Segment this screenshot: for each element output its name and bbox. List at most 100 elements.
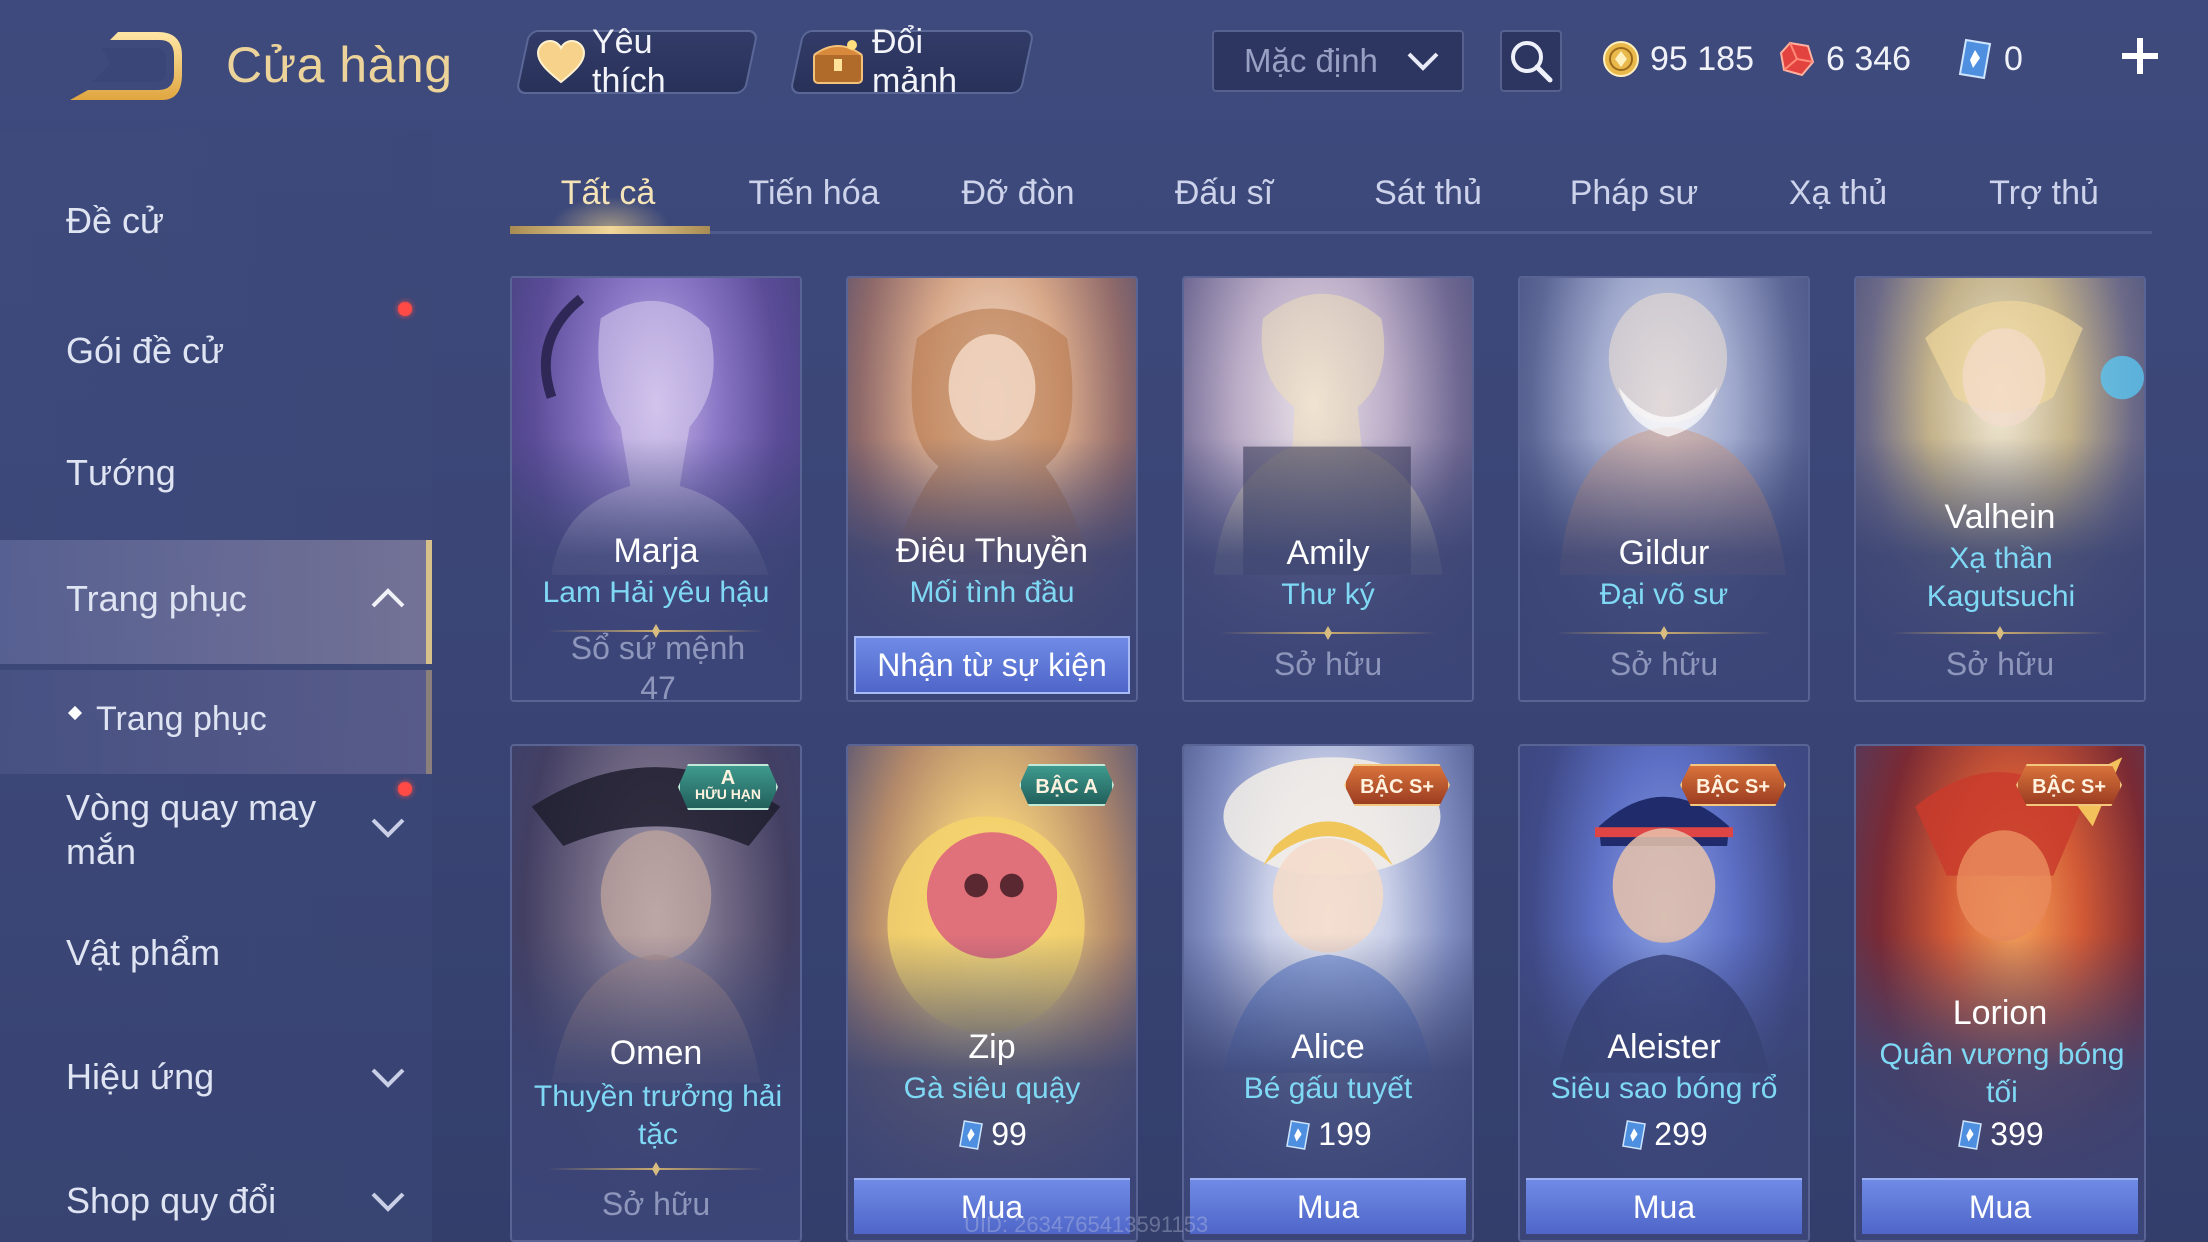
sidebar-subitem-skins[interactable]: Trang phục: [0, 670, 432, 774]
user-id-watermark: UID: 2634765413591153: [964, 1212, 1209, 1237]
skin-card-valhein[interactable]: Valhein Xạ thần Kagutsuchi Sở hữu: [1854, 276, 2146, 702]
tab-fighter[interactable]: Đấu sĩ: [1129, 174, 1319, 213]
hero-name: Zip: [968, 1028, 1016, 1066]
chevron-up-icon: [371, 588, 405, 608]
treasure-chest-icon: [810, 37, 866, 87]
exchange-fragments-button[interactable]: Đổi mảnh: [789, 23, 1035, 100]
sort-dropdown[interactable]: Mặc định: [1212, 30, 1464, 92]
chevron-down-icon: [371, 1068, 405, 1088]
tab-mage[interactable]: Pháp sư: [1539, 174, 1729, 213]
skin-card-amily[interactable]: Amily Thư ký Sở hữu: [1182, 276, 1474, 702]
skin-name: Gà siêu quậy: [903, 1072, 1081, 1105]
sidebar: Đề cử Gói đề cử Tướng Trang phục Trang p…: [0, 130, 432, 1242]
sidebar-item-label: Trang phục: [66, 578, 247, 619]
hero-name: Lorion: [1952, 994, 2048, 1032]
sidebar-item-recommended-bundles[interactable]: Gói đề cử: [0, 302, 432, 400]
skin-card-aleister[interactable]: BẬC S+ Aleister Siêu sao bóng rổ 299 Mua: [1518, 744, 1810, 1242]
favorites-button[interactable]: Yêu thích: [515, 23, 759, 100]
tier-badge: BẬC S+: [2016, 764, 2122, 806]
sidebar-item-label: Gói đề cử: [66, 330, 225, 371]
tab-tank[interactable]: Đỡ đòn: [923, 174, 1113, 213]
voucher-card-icon: [1284, 1119, 1312, 1151]
tier-badge: BẬC A: [1019, 764, 1114, 806]
chevron-down-icon: [371, 1192, 405, 1212]
skin-card-dieu-thuyen[interactable]: Điêu Thuyền Mối tình đầu Nhận từ sự kiện: [846, 276, 1138, 702]
gold-balance: 95 185: [1602, 34, 1754, 84]
skin-name: Lam Hải yêu hậu: [542, 576, 770, 609]
chevron-down-icon: [1407, 52, 1439, 71]
chevron-down-icon: [371, 818, 405, 838]
sidebar-item-effects[interactable]: Hiệu ứng: [0, 1056, 432, 1126]
sidebar-item-label: Tướng: [66, 452, 176, 493]
tab-all[interactable]: Tất cả: [513, 174, 703, 213]
voucher-balance: 0: [1956, 34, 2023, 84]
buy-button[interactable]: Mua: [1190, 1178, 1466, 1234]
ruby-gem-icon: [1778, 40, 1816, 78]
sidebar-item-heroes[interactable]: Tướng: [0, 452, 432, 522]
divider: [1892, 626, 2108, 640]
voucher-amount: 0: [2004, 39, 2023, 78]
hero-name: Amily: [1286, 534, 1370, 572]
price: 199: [1184, 1116, 1472, 1153]
price: 399: [1856, 1116, 2144, 1153]
skin-name: Thư ký: [1281, 578, 1375, 611]
tier-badge: BẬC S+: [1680, 764, 1786, 806]
skin-card-marja[interactable]: Marja Lam Hải yêu hậu Sổ sứ mệnh 47: [510, 276, 802, 702]
sidebar-item-recommended[interactable]: Đề cử: [0, 200, 432, 270]
voucher-card-icon: [957, 1119, 985, 1151]
sidebar-item-items[interactable]: Vật phẩm: [0, 932, 432, 1002]
top-bar: Cửa hàng Yêu thích Đổi mảnh Mặc định 95 …: [0, 0, 2208, 130]
price-value: 199: [1318, 1116, 1372, 1152]
price-value: 99: [991, 1116, 1027, 1152]
hero-name: Omen: [609, 1034, 703, 1072]
status-text: Sở hữu: [1609, 646, 1719, 682]
get-from-event-button[interactable]: Nhận từ sự kiện: [854, 636, 1130, 694]
skin-card-zip[interactable]: BẬC A Zip Gà siêu quậy 99 Mua: [846, 744, 1138, 1242]
sidebar-item-skins[interactable]: Trang phục: [0, 540, 432, 664]
ruby-balance: 6 346: [1778, 34, 1911, 84]
plus-icon[interactable]: [2118, 34, 2162, 78]
status-text: Sở hữu: [601, 1186, 711, 1222]
price-value: 299: [1654, 1116, 1708, 1152]
voucher-card-icon: [1620, 1119, 1648, 1151]
ruby-amount: 6 346: [1826, 39, 1912, 78]
sidebar-item-label: Vật phẩm: [66, 932, 221, 973]
divider: [1556, 626, 1772, 640]
tab-evolution[interactable]: Tiến hóa: [719, 174, 909, 213]
active-tab-indicator: [510, 226, 710, 234]
page-title: Cửa hàng: [226, 37, 453, 93]
skin-card-gildur[interactable]: Gildur Đại võ sư Sở hữu: [1518, 276, 1810, 702]
gold-coin-icon: [1602, 40, 1640, 78]
gold-amount: 95 185: [1650, 39, 1754, 78]
back-arrow-icon[interactable]: [62, 30, 182, 110]
tab-marksman[interactable]: Xạ thủ: [1743, 174, 1933, 213]
voucher-card-icon: [1956, 1119, 1984, 1151]
status-text: Sở hữu: [1945, 646, 2055, 682]
exchange-label: Đổi mảnh: [872, 23, 958, 100]
price: 99: [848, 1116, 1136, 1153]
buy-button[interactable]: Mua: [1862, 1178, 2138, 1234]
hero-name: Valhein: [1944, 498, 2056, 536]
skin-name: Thuyền trưởng hải tặc: [533, 1080, 783, 1151]
search-button[interactable]: [1500, 30, 1562, 92]
skin-card-lorion[interactable]: BẬC S+ Lorion Quân vương bóng tối 399 Mu…: [1854, 744, 2146, 1242]
divider: [1220, 626, 1436, 640]
status-text: Sở hữu: [1273, 646, 1383, 682]
tab-assassin[interactable]: Sát thủ: [1333, 174, 1523, 213]
tab-support[interactable]: Trợ thủ: [1949, 174, 2139, 213]
sidebar-item-lucky-wheel[interactable]: Vòng quay may mắn: [0, 782, 432, 886]
notification-dot: [398, 302, 412, 316]
skin-card-omen[interactable]: A HỮU HẠN Omen Thuyền trưởng hải tặc Sở …: [510, 744, 802, 1242]
skin-name: Siêu sao bóng rổ: [1550, 1072, 1778, 1105]
skin-card-alice[interactable]: BẬC S+ Alice Bé gấu tuyết 199 Mua: [1182, 744, 1474, 1242]
sidebar-item-label: Hiệu ứng: [66, 1056, 215, 1097]
sidebar-item-label: Trang phục: [96, 700, 267, 738]
hero-name: Aleister: [1607, 1028, 1721, 1066]
sidebar-item-label: Đề cử: [66, 200, 165, 241]
voucher-card-icon: [1956, 38, 1994, 80]
skin-name: Mối tình đầu: [909, 576, 1075, 609]
skin-name: Xạ thần Kagutsuchi: [1926, 542, 2076, 613]
buy-button[interactable]: Mua: [1526, 1178, 1802, 1234]
price: 299: [1520, 1116, 1808, 1153]
sidebar-item-exchange-shop[interactable]: Shop quy đổi: [0, 1180, 432, 1242]
